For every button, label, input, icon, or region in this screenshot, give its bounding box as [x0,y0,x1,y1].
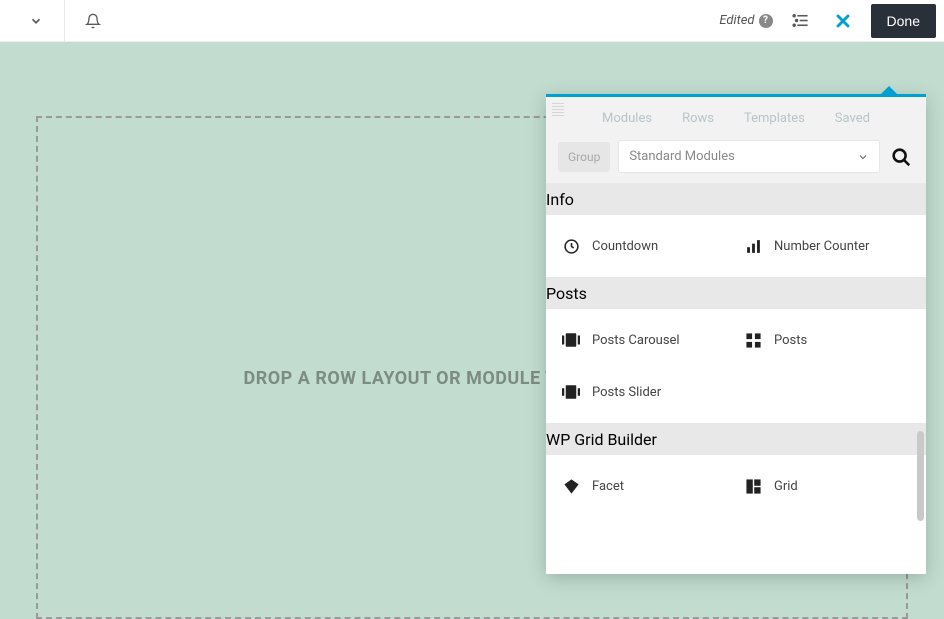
outline-icon [791,11,810,30]
grid-icon [744,331,762,349]
module-type-select[interactable]: Standard Modules [618,140,880,173]
clock-icon [562,237,580,255]
filter-row: Group Standard Modules [546,140,926,183]
module-label: Facet [592,479,624,494]
module-number-counter[interactable]: Number Counter [738,231,916,261]
divider [64,0,65,41]
tab-rows[interactable]: Rows [682,111,714,126]
section-header-posts: Posts [546,277,926,309]
section-title: Posts [546,284,587,303]
module-posts-slider[interactable]: Posts Slider [556,377,734,407]
diamond-icon [562,477,580,495]
bell-icon [85,13,101,29]
carousel-icon [562,331,580,349]
edited-status: Edited ? [719,13,772,28]
group-toggle[interactable]: Group [558,142,610,172]
chevron-down-icon [29,14,43,28]
section-title: WP Grid Builder [546,430,657,449]
topbar-left [18,0,111,41]
edited-label: Edited [719,13,754,28]
notifications-button[interactable] [75,0,111,41]
tab-modules[interactable]: Modules [602,111,652,126]
module-label: Grid [774,479,798,494]
module-countdown[interactable]: Countdown [556,231,734,261]
section-header-info: Info [546,183,926,215]
tab-saved[interactable]: Saved [835,111,870,126]
panel-scroll[interactable]: Info Countdown Number Counter Posts [546,183,926,574]
close-icon [833,11,853,31]
scrollbar-thumb[interactable] [917,431,924,521]
panel-tabs: Modules Rows Templates Saved [546,97,926,140]
slider-icon [562,383,580,401]
section-title: Info [546,190,574,209]
drag-grip-icon[interactable] [552,103,564,117]
search-icon [890,146,912,168]
module-grid[interactable]: Grid [738,471,916,501]
module-label: Posts Slider [592,385,661,400]
close-panel-button[interactable] [829,7,857,35]
module-facet[interactable]: Facet [556,471,734,501]
bars-icon [744,237,762,255]
content-panel: Modules Rows Templates Saved Group Stand… [546,94,926,574]
section-header-wpgrid: WP Grid Builder [546,423,926,455]
outline-button[interactable] [787,7,815,35]
module-label: Posts Carousel [592,333,680,348]
topbar-right: Edited ? Done [719,0,944,41]
module-label: Number Counter [774,239,869,254]
section-wpgrid-grid: Facet Grid [546,455,926,517]
chevron-down-icon [857,151,869,163]
top-bar: Edited ? Done [0,0,944,42]
help-icon[interactable]: ? [759,14,773,28]
canvas: DROP A ROW LAYOUT OR MODULE TO GET START… [0,42,944,559]
module-label: Posts [774,333,807,348]
layout-icon [744,477,762,495]
search-button[interactable] [888,146,914,168]
module-type-label: Standard Modules [629,149,735,164]
module-posts-carousel[interactable]: Posts Carousel [556,325,734,355]
module-posts[interactable]: Posts [738,325,916,355]
section-posts-grid: Posts Carousel Posts Posts Slider [546,309,926,423]
section-info-grid: Countdown Number Counter [546,215,926,277]
title-dropdown[interactable] [18,0,54,41]
module-label: Countdown [592,239,658,254]
done-button[interactable]: Done [871,4,936,38]
tab-templates[interactable]: Templates [744,111,805,126]
